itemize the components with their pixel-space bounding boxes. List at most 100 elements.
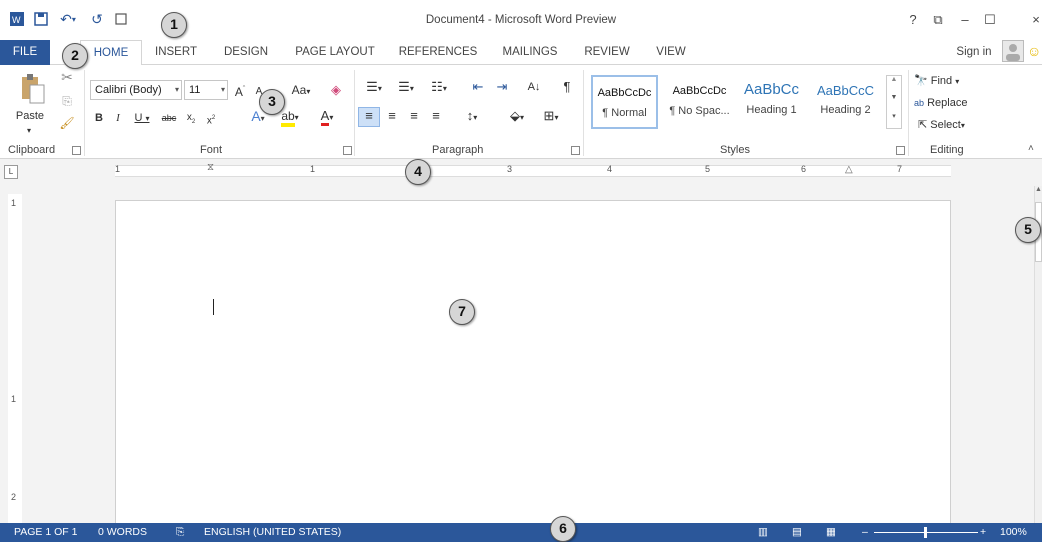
help-button[interactable]: ?: [903, 12, 923, 27]
user-avatar-icon[interactable]: [1002, 40, 1024, 62]
proofing-icon[interactable]: ⎘: [176, 526, 184, 539]
page-count[interactable]: PAGE 1 OF 1: [14, 526, 77, 538]
callout-marker: 5: [1015, 217, 1041, 243]
italic-button[interactable]: I: [112, 110, 124, 126]
ribbon-display-options-icon[interactable]: ⧉: [928, 12, 948, 28]
numbering-icon[interactable]: ☰▾: [392, 79, 420, 97]
font-launcher-icon[interactable]: [343, 146, 352, 155]
tab-review[interactable]: REVIEW: [580, 40, 634, 65]
tab-references[interactable]: REFERENCES: [394, 40, 482, 65]
underline-button[interactable]: U ▾: [132, 110, 152, 127]
callout-marker: 1: [161, 12, 187, 38]
tab-insert[interactable]: INSERT: [148, 40, 204, 65]
format-painter-icon[interactable]: 🖌: [58, 115, 76, 131]
right-indent-marker-icon[interactable]: △: [845, 164, 853, 175]
zoom-slider-thumb[interactable]: [924, 527, 927, 538]
style-normal[interactable]: AaBbCcDc ¶ Normal: [591, 75, 658, 129]
chevron-down-icon: ▾: [220, 85, 225, 94]
smiley-feedback-icon[interactable]: ☺: [1027, 43, 1041, 59]
superscript-button[interactable]: x2: [204, 110, 218, 129]
sign-in-link[interactable]: Sign in: [950, 40, 998, 65]
word-count[interactable]: 0 WORDS: [98, 526, 147, 538]
ruler-number: 4: [607, 164, 613, 174]
horizontal-ruler[interactable]: 1 1 2 3 4 5 6 7 ⧖ △: [115, 162, 951, 177]
select-button[interactable]: ⇱ Select▾: [918, 117, 982, 134]
font-name-select[interactable]: Calibri (Body) ▾: [90, 80, 182, 100]
ruler-number: 1: [310, 164, 316, 174]
borders-icon[interactable]: ⊞▾: [536, 108, 566, 126]
read-mode-icon[interactable]: ▥: [758, 526, 768, 538]
web-layout-icon[interactable]: ▦: [826, 526, 836, 538]
ruler-number: 2: [11, 492, 17, 502]
decrease-indent-icon[interactable]: ⇤: [470, 79, 486, 95]
ruler-number: 7: [897, 164, 903, 174]
show-formatting-marks-icon[interactable]: ¶: [560, 79, 574, 95]
subscript-button[interactable]: x2: [184, 110, 198, 130]
justify-button[interactable]: ≡: [428, 108, 444, 124]
bold-button[interactable]: B: [93, 110, 105, 126]
zoom-level[interactable]: 100%: [1000, 526, 1027, 538]
zoom-out-button[interactable]: –: [862, 526, 868, 538]
tab-home[interactable]: HOME: [80, 40, 142, 66]
align-left-button[interactable]: ≡: [358, 107, 380, 127]
paste-dropdown-icon[interactable]: ▾: [22, 123, 36, 139]
align-right-button[interactable]: ≡: [406, 108, 422, 124]
clear-formatting-icon[interactable]: ◈: [328, 82, 344, 98]
align-center-button[interactable]: ≡: [384, 108, 400, 124]
line-spacing-icon[interactable]: ↕▾: [458, 108, 486, 126]
clipboard-launcher-icon[interactable]: [72, 146, 81, 155]
increase-indent-icon[interactable]: ⇥: [494, 79, 510, 95]
multilevel-list-icon[interactable]: ☷▾: [424, 79, 454, 97]
callout-marker: 3: [259, 89, 285, 115]
group-divider: [84, 70, 85, 156]
styles-launcher-icon[interactable]: [896, 146, 905, 155]
language-indicator[interactable]: ENGLISH (UNITED STATES): [204, 526, 341, 538]
sort-icon[interactable]: A↓: [526, 79, 542, 95]
strikethrough-button[interactable]: abc: [157, 110, 181, 126]
document-page[interactable]: [115, 200, 951, 530]
minimize-button[interactable]: –: [955, 12, 975, 27]
style-heading-1[interactable]: AaBbCc Heading 1: [738, 75, 805, 129]
print-layout-icon[interactable]: ▤: [792, 526, 802, 538]
copy-icon[interactable]: ⎘: [58, 93, 76, 109]
tab-page-layout[interactable]: PAGE LAYOUT: [290, 40, 380, 65]
close-button[interactable]: ×: [1026, 12, 1042, 27]
window-title: Document4 - Microsoft Word Preview: [425, 14, 617, 26]
style-name: Heading 2: [820, 104, 871, 116]
first-line-indent-marker-icon[interactable]: ⧖: [207, 162, 214, 173]
paragraph-group-label: Paragraph: [432, 144, 484, 156]
maximize-button[interactable]: ☐: [980, 12, 1000, 28]
paste-icon[interactable]: [18, 73, 48, 107]
chevron-down-icon: ▾: [960, 121, 965, 130]
ribbon: Paste ▾ ✂ ⎘ 🖌 Clipboard Calibri (Body) ▾ …: [0, 65, 1042, 159]
replace-button[interactable]: ab Replace: [914, 95, 984, 111]
zoom-in-button[interactable]: +: [980, 526, 986, 538]
tab-view[interactable]: VIEW: [650, 40, 692, 65]
tab-selector-icon[interactable]: L: [4, 165, 18, 179]
shading-icon[interactable]: ⬙▾: [502, 108, 532, 126]
collapse-ribbon-icon[interactable]: ˄: [1028, 143, 1034, 154]
font-size-select[interactable]: 11 ▾: [184, 80, 228, 100]
replace-label: Replace: [927, 97, 968, 109]
change-case-button[interactable]: Aa▾: [286, 82, 316, 100]
find-button[interactable]: 🔭 Find ▾: [914, 73, 978, 90]
title-bar: W ↶ ▾ ↺ Document4 - Microsoft Word Previe…: [0, 0, 1042, 40]
bullets-icon[interactable]: ☰▾: [360, 79, 388, 97]
grow-font-icon[interactable]: Aˆ: [232, 82, 248, 100]
font-color-icon[interactable]: A▾: [314, 108, 340, 126]
cursor-icon: ⇱: [918, 119, 928, 131]
vertical-ruler[interactable]: 1 1 2: [8, 194, 22, 524]
ruler-number: 1: [11, 198, 17, 208]
tab-mailings[interactable]: MAILINGS: [494, 40, 566, 65]
cut-icon[interactable]: ✂: [58, 69, 76, 85]
style-no-spacing[interactable]: AaBbCcDc ¶ No Spac...: [666, 75, 733, 129]
style-heading-2[interactable]: AaBbCcC Heading 2: [812, 75, 879, 129]
tab-file[interactable]: FILE: [0, 40, 50, 65]
paragraph-launcher-icon[interactable]: [571, 146, 580, 155]
scroll-up-icon[interactable]: ▲: [1035, 186, 1042, 198]
styles-gallery-scroll[interactable]: ▲ ▼ ▾: [886, 75, 902, 129]
clipboard-group-label: Clipboard: [8, 144, 56, 156]
tab-design[interactable]: DESIGN: [218, 40, 274, 65]
style-sample: AaBbCcDc: [672, 85, 727, 97]
paste-button[interactable]: Paste: [12, 108, 48, 124]
